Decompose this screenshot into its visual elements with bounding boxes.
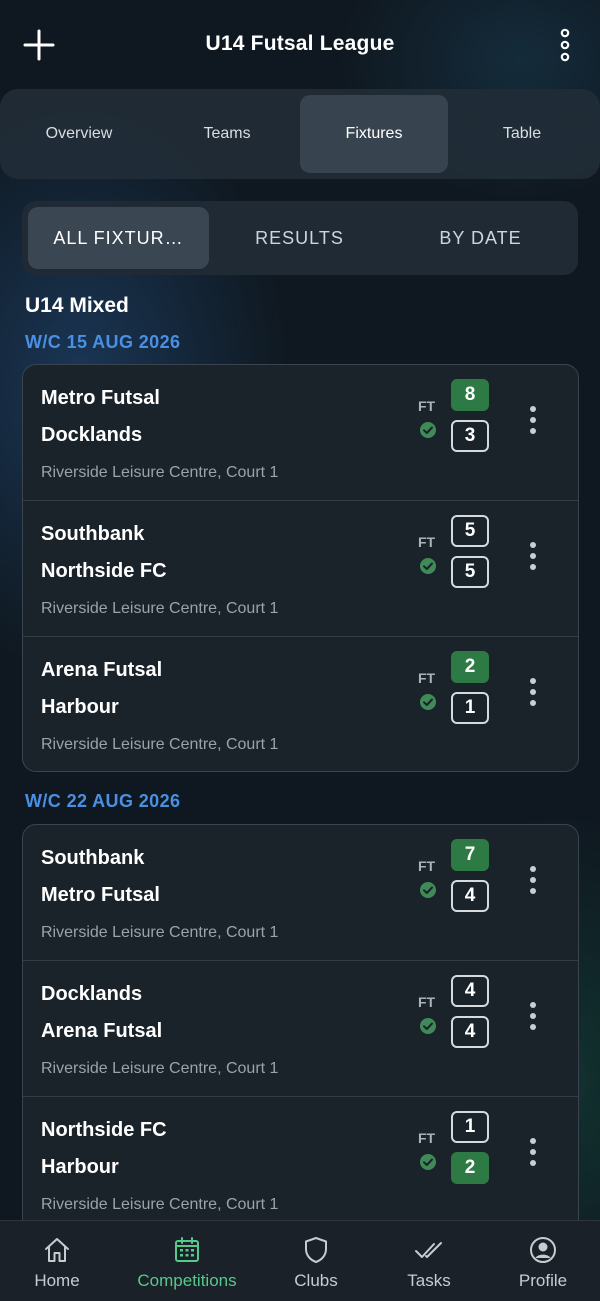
away-team: Harbour xyxy=(41,1156,119,1178)
venue: Riverside Leisure Centre, Court 1 xyxy=(41,464,279,481)
nav-label: Clubs xyxy=(294,1271,338,1290)
check-circle-icon xyxy=(420,1018,436,1034)
group-title: U14 Mixed xyxy=(25,294,129,317)
away-team: Northside FC xyxy=(41,560,167,582)
status-label: FT xyxy=(418,1130,436,1146)
more-vertical-icon[interactable] xyxy=(523,403,543,437)
venue: Riverside Leisure Centre, Court 1 xyxy=(41,736,279,753)
home-icon xyxy=(45,1238,69,1262)
page-title: U14 Futsal League xyxy=(205,32,395,55)
check-circle-icon xyxy=(420,422,436,438)
fixtures-card: Southbank Metro Futsal Riverside Leisure… xyxy=(22,824,579,1246)
home-team: Northside FC xyxy=(41,1119,167,1141)
shield-icon xyxy=(305,1237,327,1263)
venue: Riverside Leisure Centre, Court 1 xyxy=(41,924,279,941)
fixture-row[interactable]: Northside FC Harbour Riverside Leisure C… xyxy=(23,1096,578,1232)
home-team: Docklands xyxy=(41,983,143,1005)
fixture-row[interactable]: Metro Futsal Docklands Riverside Leisure… xyxy=(23,365,578,500)
away-team: Docklands xyxy=(41,424,143,446)
nav-competitions[interactable]: Competitions xyxy=(114,1221,260,1301)
status-label: FT xyxy=(418,534,436,550)
fixture-row[interactable]: Southbank Metro Futsal Riverside Leisure… xyxy=(23,825,578,960)
check-circle-icon xyxy=(420,882,436,898)
kebab-menu-icon xyxy=(560,28,570,62)
status-label: FT xyxy=(418,994,436,1010)
week-label: W/C 22 AUG 2026 xyxy=(25,791,181,811)
home-score: 8 xyxy=(451,379,489,411)
check-circle-icon xyxy=(420,1154,436,1170)
fixture-row[interactable]: Southbank Northside FC Riverside Leisure… xyxy=(23,500,578,636)
nav-label: Tasks xyxy=(407,1271,451,1290)
status-label: FT xyxy=(418,670,436,686)
profile-icon xyxy=(530,1237,556,1263)
app-header: U14 Futsal League xyxy=(0,0,600,90)
more-vertical-icon[interactable] xyxy=(523,863,543,897)
home-score: 2 xyxy=(451,651,489,683)
nav-profile[interactable]: Profile xyxy=(486,1221,600,1301)
double-check-icon xyxy=(415,1242,442,1258)
tab-teams[interactable]: Teams xyxy=(154,95,300,173)
away-score: 4 xyxy=(451,880,489,912)
nav-tasks[interactable]: Tasks xyxy=(372,1221,486,1301)
venue: Riverside Leisure Centre, Court 1 xyxy=(41,1196,279,1213)
calendar-icon xyxy=(175,1237,199,1262)
away-score: 3 xyxy=(451,420,489,452)
more-vertical-icon[interactable] xyxy=(523,999,543,1033)
venue: Riverside Leisure Centre, Court 1 xyxy=(41,1060,279,1077)
home-team: Arena Futsal xyxy=(41,659,163,681)
fixture-row[interactable]: Docklands Arena Futsal Riverside Leisure… xyxy=(23,960,578,1096)
more-vertical-icon[interactable] xyxy=(523,1135,543,1169)
home-score: 1 xyxy=(451,1111,489,1143)
tab-overview[interactable]: Overview xyxy=(6,95,152,173)
home-team: Metro Futsal xyxy=(41,387,160,409)
more-vertical-icon[interactable] xyxy=(523,539,543,573)
venue: Riverside Leisure Centre, Court 1 xyxy=(41,600,279,617)
filter-results[interactable]: RESULTS xyxy=(209,207,390,269)
nav-label: Competitions xyxy=(137,1271,237,1290)
section-tabs: Overview Teams Fixtures Table xyxy=(0,89,600,179)
status-label: FT xyxy=(418,398,436,414)
away-team: Metro Futsal xyxy=(41,884,160,906)
fixtures-card: Metro Futsal Docklands Riverside Leisure… xyxy=(22,364,579,772)
nav-home[interactable]: Home xyxy=(0,1221,114,1301)
filter-by-date[interactable]: BY DATE xyxy=(390,207,571,269)
fixture-filter: ALL FIXTUR… RESULTS BY DATE xyxy=(22,201,578,275)
away-team: Harbour xyxy=(41,696,119,718)
nav-clubs[interactable]: Clubs xyxy=(260,1221,372,1301)
away-score: 2 xyxy=(451,1152,489,1184)
away-score: 5 xyxy=(451,556,489,588)
nav-label: Profile xyxy=(518,1271,568,1290)
more-vertical-icon[interactable] xyxy=(523,675,543,709)
filter-all-fixtures[interactable]: ALL FIXTUR… xyxy=(28,207,209,269)
away-team: Arena Futsal xyxy=(41,1020,163,1042)
week-label: W/C 15 AUG 2026 xyxy=(25,332,181,352)
home-team: Southbank xyxy=(41,523,145,545)
away-score: 1 xyxy=(451,692,489,724)
bottom-nav: Home Competitions Clubs Tasks Profile xyxy=(0,1220,600,1301)
home-team: Southbank xyxy=(41,847,145,869)
away-score: 4 xyxy=(451,1016,489,1048)
tab-table[interactable]: Table xyxy=(450,95,594,173)
nav-label: Home xyxy=(34,1271,80,1290)
home-score: 4 xyxy=(451,975,489,1007)
check-circle-icon xyxy=(420,694,436,710)
tab-fixtures[interactable]: Fixtures xyxy=(300,95,448,173)
home-score: 7 xyxy=(451,839,489,871)
more-options-button[interactable] xyxy=(552,28,578,62)
fixture-row[interactable]: Arena Futsal Harbour Riverside Leisure C… xyxy=(23,636,578,771)
home-score: 5 xyxy=(451,515,489,547)
status-label: FT xyxy=(418,858,436,874)
check-circle-icon xyxy=(420,558,436,574)
